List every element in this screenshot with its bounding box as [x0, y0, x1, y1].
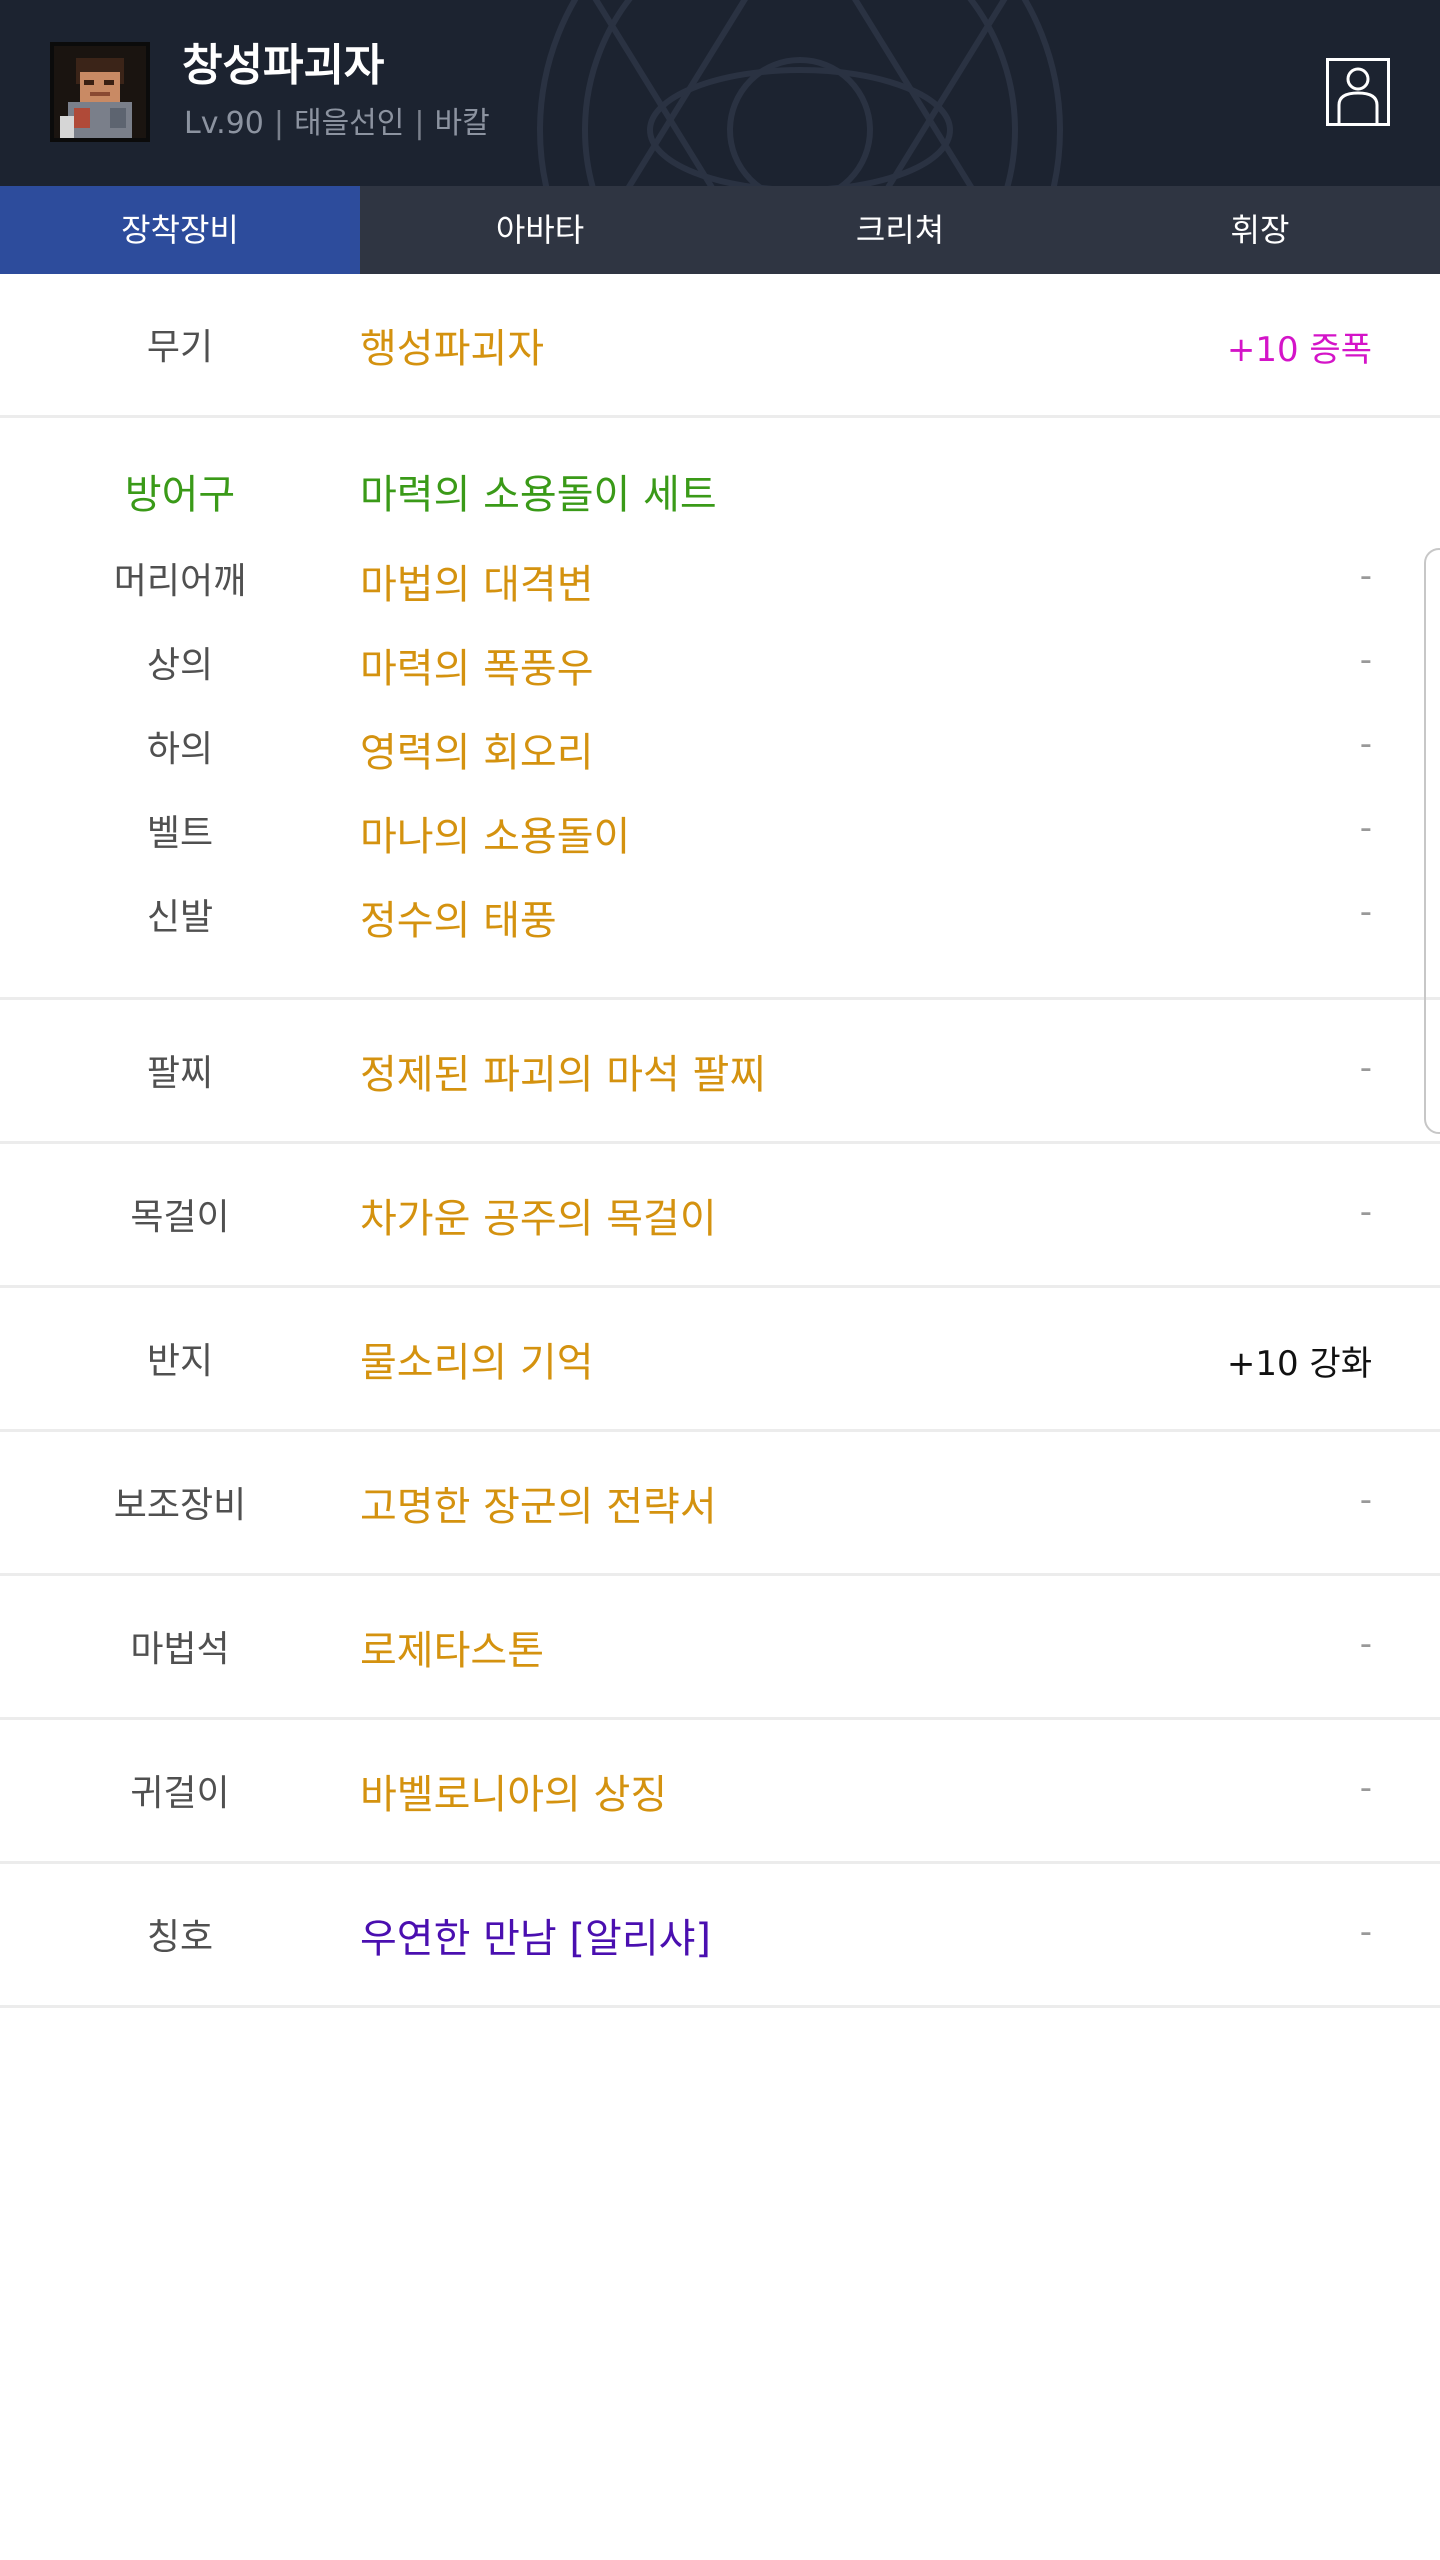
slot-label: 목걸이 — [130, 1197, 230, 1238]
equipment-row-ring[interactable]: 반지 물소리의 기억 +10 강화 — [0, 1288, 1440, 1432]
equipment-row-necklace[interactable]: 목걸이 차가운 공주의 목걸이 - — [0, 1144, 1440, 1288]
item-name[interactable]: 물소리의 기억 — [360, 1330, 594, 1388]
enhance-value: - — [1359, 1768, 1372, 1808]
item-name[interactable]: 로제타스톤 — [360, 1618, 544, 1676]
slot-label: 마법석 — [130, 1629, 230, 1670]
slot-label: 무기 — [146, 327, 214, 368]
item-name[interactable]: 우연한 만남 [알리샤] — [360, 1906, 711, 1964]
item-name[interactable]: 고명한 장군의 전략서 — [360, 1474, 717, 1532]
item-name[interactable]: 마법의 대격변 — [360, 552, 594, 610]
enhance-value: - — [1359, 724, 1372, 764]
item-name[interactable]: 바벨로니아의 상징 — [360, 1762, 667, 1820]
enhance-badge: +10 강화 — [1226, 1344, 1372, 1384]
slot-label: 보조장비 — [113, 1485, 247, 1526]
amplify-badge: +10 증폭 — [1226, 330, 1372, 370]
tab-equipped[interactable]: 장착장비 — [0, 186, 360, 274]
enhance-value: - — [1359, 808, 1372, 848]
character-server: 바칼 — [434, 106, 490, 141]
item-name[interactable]: 행성파괴자 — [360, 316, 544, 374]
slot-label: 칭호 — [146, 1917, 214, 1958]
info-separator: | — [414, 106, 425, 141]
slot-label: 팔찌 — [146, 1053, 214, 1094]
character-header: 창성파괴자 Lv.90 | 태을선인 | 바칼 — [0, 0, 1440, 186]
enhance-value: - — [1359, 1624, 1372, 1664]
equipment-row-magicstone[interactable]: 마법석 로제타스톤 - — [0, 1576, 1440, 1720]
enhance-value: - — [1359, 1192, 1372, 1232]
enhance-value: - — [1359, 1912, 1372, 1952]
slot-label: 귀걸이 — [130, 1773, 230, 1814]
item-name[interactable]: 마력의 폭풍우 — [360, 636, 594, 694]
slot-label: 벨트 — [146, 813, 214, 854]
enhance-value: - — [1359, 556, 1372, 596]
slot-label: 신발 — [146, 897, 214, 938]
character-guild: 태을선인 — [293, 106, 405, 141]
tab-emblem[interactable]: 휘장 — [1080, 186, 1440, 274]
character-level: Lv.90 — [184, 106, 264, 141]
enhance-value: - — [1359, 892, 1372, 932]
equipment-row-weapon[interactable]: 무기 행성파괴자 +10 증폭 — [0, 274, 1440, 418]
enhance-value: - — [1359, 1048, 1372, 1088]
character-avatar — [50, 42, 150, 142]
equipment-row-support[interactable]: 보조장비 고명한 장군의 전략서 - — [0, 1432, 1440, 1576]
slot-label: 반지 — [146, 1341, 214, 1382]
equipment-row-earring[interactable]: 귀걸이 바벨로니아의 상징 - — [0, 1720, 1440, 1864]
tab-avatar[interactable]: 아바타 — [360, 186, 720, 274]
item-name[interactable]: 마나의 소용돌이 — [360, 804, 630, 862]
item-name[interactable]: 차가운 공주의 목걸이 — [360, 1186, 717, 1244]
character-info: Lv.90 | 태을선인 | 바칼 — [184, 104, 490, 144]
item-name[interactable]: 정제된 파괴의 마석 팔찌 — [360, 1042, 766, 1100]
set-name[interactable]: 마력의 소용돌이 세트 — [360, 462, 717, 520]
item-name[interactable]: 정수의 태풍 — [360, 888, 557, 946]
slot-label-armor: 방어구 — [124, 472, 236, 518]
equipment-row-title[interactable]: 칭호 우연한 만남 [알리샤] - — [0, 1864, 1440, 2008]
person-icon — [1337, 67, 1379, 123]
equipment-row-armor-set: 방어구 마력의 소용돌이 세트 머리어깨 마법의 대격변 - 상의 마력의 폭풍… — [0, 418, 1440, 1000]
enhance-value: - — [1359, 640, 1372, 680]
character-name: 창성파괴자 — [182, 40, 385, 91]
item-name[interactable]: 영력의 회오리 — [360, 720, 594, 778]
scrollbar[interactable] — [1424, 548, 1440, 1134]
info-separator: | — [273, 106, 284, 141]
slot-label: 상의 — [146, 645, 214, 686]
enhance-value: - — [1359, 1480, 1372, 1520]
character-portrait — [54, 46, 146, 138]
slot-label: 머리어깨 — [113, 561, 247, 602]
profile-button[interactable] — [1326, 58, 1390, 126]
equipment-row-bracelet[interactable]: 팔찌 정제된 파괴의 마석 팔찌 - — [0, 1000, 1440, 1144]
slot-label: 하의 — [146, 729, 214, 770]
tab-creature[interactable]: 크리쳐 — [720, 186, 1080, 274]
equipment-tab-bar: 장착장비 아바타 크리쳐 휘장 — [0, 186, 1440, 274]
